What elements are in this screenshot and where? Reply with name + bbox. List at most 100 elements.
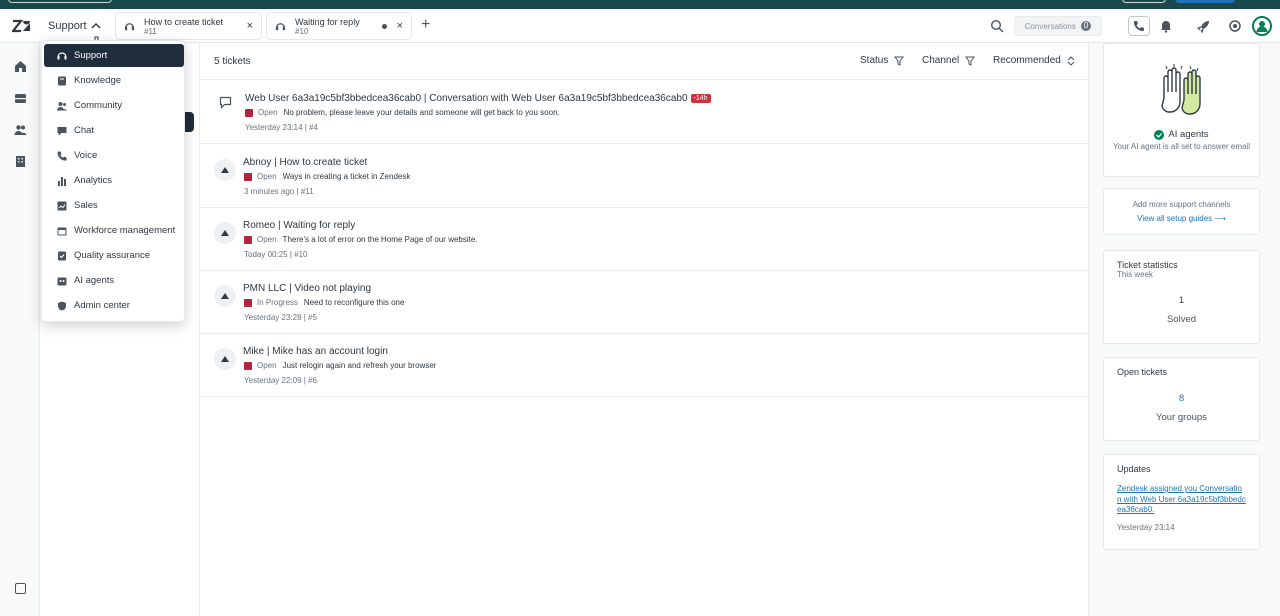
tab-waiting-for-reply[interactable]: Waiting for reply #10 × — [266, 12, 412, 40]
table-row[interactable]: Mike | Mike has an account login Open Jus… — [200, 334, 1088, 397]
channel-avatar — [214, 159, 236, 181]
menu-item-support[interactable]: Support — [44, 44, 184, 67]
status-square — [245, 108, 253, 117]
table-row[interactable]: Abnoy | How to create ticket Open Ways in… — [200, 145, 1088, 208]
setup-guides-link[interactable]: View all setup guides ⟶ — [1104, 214, 1259, 223]
line-chart-icon — [57, 201, 67, 210]
list-header: 5 tickets Status Channel Recommended — [200, 43, 1088, 80]
menu-item-label: Workforce management — [74, 225, 176, 236]
menu-item-label: Analytics — [74, 175, 113, 186]
sort-dropdown[interactable]: Recommended — [993, 55, 1075, 66]
stats-value: 1 — [1178, 295, 1185, 306]
ticket-count: 5 tickets — [214, 56, 251, 67]
conversations-label: Conversations — [1024, 21, 1076, 31]
ticket-title: Mike | Mike has an account login — [243, 346, 388, 357]
book-icon — [58, 76, 66, 85]
shield-icon — [57, 301, 67, 310]
status-square — [244, 235, 252, 244]
update-link[interactable]: Zendesk assigned you Conversation with W… — [1117, 484, 1246, 516]
raised-hands-illustration — [1160, 64, 1201, 115]
ticket-preview: Just relogin again and refresh your brow… — [282, 361, 437, 370]
open-tickets-value[interactable]: 8 — [1117, 393, 1246, 404]
stats-title: Ticket statistics — [1117, 260, 1178, 270]
conversations-button[interactable]: Conversations 0 — [1014, 16, 1102, 36]
home-icon[interactable] — [14, 60, 27, 73]
zendesk-channel-icon — [221, 293, 229, 299]
menu-item-analytics[interactable]: Analytics — [44, 169, 184, 192]
channels-text: Add more support channels — [1132, 200, 1231, 209]
organizations-icon[interactable] — [14, 155, 27, 168]
channel-filter[interactable]: Channel — [922, 55, 976, 66]
menu-item-quality-assurance[interactable]: Quality assurance — [44, 244, 184, 267]
tab-subtitle: #10 — [295, 27, 309, 36]
setup-guides-link-text: View all setup guides — [1137, 214, 1213, 223]
status-square — [244, 172, 252, 181]
people-icon — [57, 101, 67, 110]
filter-icon — [965, 56, 976, 66]
arrow-right-icon: ⟶ — [1214, 214, 1226, 223]
ticket-preview: Ways in creating a ticket in Zendesk — [282, 172, 411, 181]
menu-item-voice[interactable]: Voice — [44, 144, 184, 167]
sort-icon — [1067, 55, 1075, 66]
menu-item-admin-center[interactable]: Admin center — [44, 294, 184, 317]
rocket-icon[interactable] — [1197, 19, 1211, 33]
apps-icon[interactable] — [1228, 19, 1242, 33]
ticket-statistics-card: Ticket statistics This week 1 Solved — [1103, 250, 1260, 344]
close-icon[interactable]: × — [397, 20, 403, 32]
menu-item-knowledge[interactable]: Knowledge — [44, 69, 184, 92]
status-filter[interactable]: Status — [860, 55, 905, 66]
ticket-preview: There's a lot of error on the Home Page … — [282, 235, 478, 244]
voice-button[interactable] — [1128, 16, 1150, 36]
ticket-preview-line: In Progress Need to reconfigure this one — [244, 298, 404, 307]
ticket-title-text: Web User 6a3a19c5bf3bbedcea36cab0 | Conv… — [245, 93, 688, 104]
channel-avatar — [214, 348, 236, 370]
ticket-status: Open — [258, 108, 278, 117]
support-channels-card: Add more support channels View all setup… — [1103, 188, 1260, 235]
stats-value-label: Solved — [1166, 314, 1197, 325]
status-filter-label: Status — [860, 55, 889, 66]
menu-item-label: Quality assurance — [74, 250, 151, 261]
ticket-meta: Today 00:25 | #10 — [244, 250, 308, 259]
customers-icon[interactable] — [14, 123, 27, 136]
calendar-icon — [57, 227, 67, 235]
unsaved-dot — [382, 24, 387, 29]
zendesk-logo-icon[interactable] — [12, 18, 30, 34]
menu-item-workforce-management[interactable]: Workforce management — [44, 219, 184, 242]
menu-item-label: Voice — [74, 150, 98, 161]
menu-item-chat[interactable]: Chat — [44, 119, 184, 142]
table-row[interactable]: Romeo | Waiting for reply Open There's a … — [200, 208, 1088, 271]
sidebar-toggle-icon[interactable] — [15, 583, 26, 594]
ticket-list: 5 tickets Status Channel Recommended Web… — [200, 43, 1088, 616]
open-tickets-title: Open tickets — [1117, 367, 1168, 377]
menu-item-label: Knowledge — [74, 75, 122, 86]
tickets-icon[interactable] — [14, 92, 27, 105]
menu-item-ai-agents[interactable]: AI agents — [44, 269, 184, 292]
open-tickets-card[interactable]: Open tickets 8 Your groups — [1103, 357, 1260, 441]
ticket-title: PMN LLC | Video not playing — [243, 283, 372, 294]
tab-how-to-create-ticket[interactable]: How to create ticket #11 × — [115, 12, 262, 40]
table-row[interactable]: Web User 6a3a19c5bf3bbedcea36cab0 | Conv… — [200, 81, 1088, 144]
chevron-up-icon — [91, 22, 101, 29]
bell-icon[interactable] — [1159, 19, 1173, 33]
tab-title: How to create ticket — [144, 17, 224, 27]
app-header: Support How to create ticket #11 × Waiti… — [0, 9, 1280, 51]
channel-filter-label: Channel — [922, 55, 960, 66]
product-switcher-button[interactable]: Support — [42, 15, 107, 37]
menu-item-sales[interactable]: Sales — [44, 194, 184, 217]
ticket-status: Open — [257, 172, 277, 181]
ai-agents-status: AI agents — [1104, 129, 1259, 140]
add-tab-icon[interactable]: + — [421, 17, 430, 33]
menu-item-community[interactable]: Community — [44, 94, 184, 117]
bar-chart-icon — [58, 176, 66, 186]
updates-title: Updates — [1117, 464, 1151, 474]
close-icon[interactable]: × — [247, 20, 253, 32]
ticket-preview-line: Open There's a lot of error on the Home P… — [244, 235, 478, 244]
updates-card: Updates Zendesk assigned you Conversatio… — [1103, 454, 1260, 550]
conversations-count: 0 — [1080, 21, 1092, 31]
table-row[interactable]: PMN LLC | Video not playing In Progress N… — [200, 271, 1088, 334]
avatar[interactable] — [1252, 16, 1272, 36]
channel-avatar — [214, 285, 236, 307]
status-square — [244, 361, 252, 370]
search-icon[interactable] — [990, 19, 1004, 33]
check-clipboard-icon — [58, 251, 66, 260]
